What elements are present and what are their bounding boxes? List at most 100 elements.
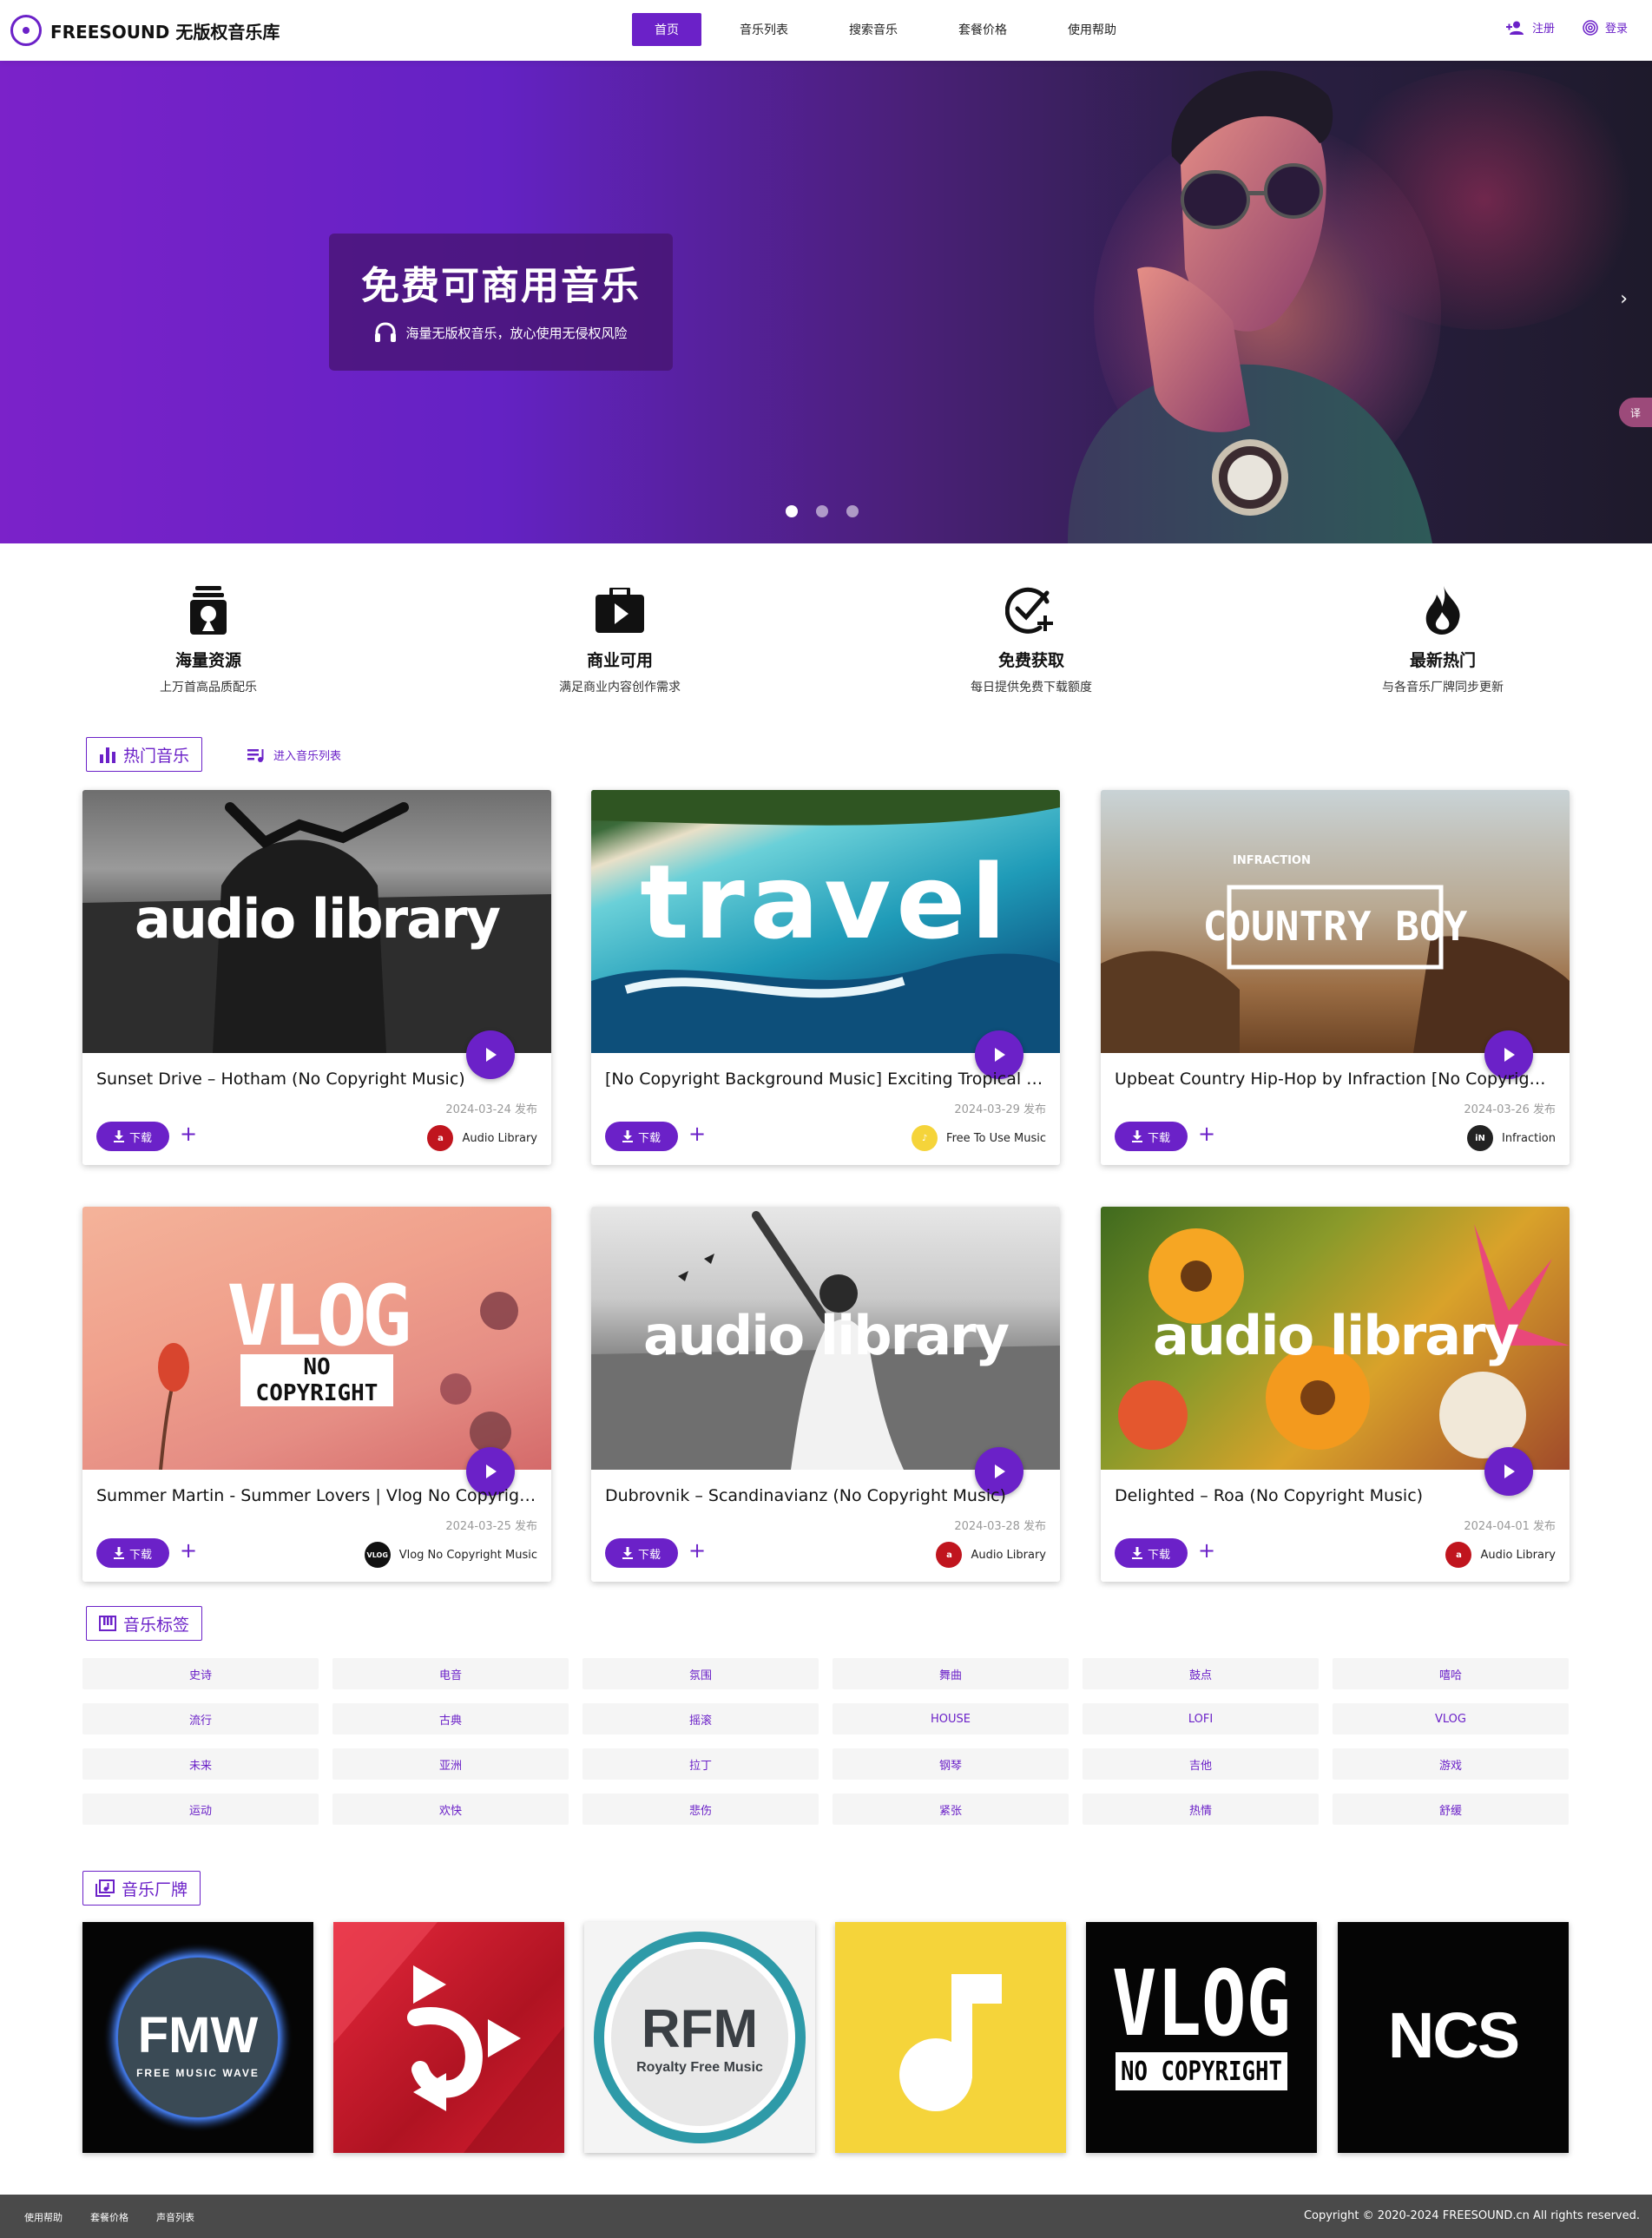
carousel-dot[interactable]	[846, 505, 859, 517]
add-to-list-icon[interactable]: +	[688, 1122, 706, 1146]
publish-date: 2024-03-26 发布	[1464, 1103, 1556, 1116]
add-to-list-icon[interactable]: +	[688, 1538, 706, 1563]
label-audio-library-logo[interactable]	[333, 1922, 564, 2153]
music-card[interactable]: VLOG NO COPYRIGHT Summer Martin - Summer…	[82, 1207, 551, 1582]
download-button[interactable]: 下载	[605, 1122, 678, 1151]
carousel-next-icon[interactable]: ›	[1620, 288, 1628, 310]
tag-chip[interactable]: 拉丁	[582, 1748, 819, 1780]
label-free-to-use-logo[interactable]	[835, 1922, 1066, 2153]
tag-chip[interactable]: 摇滚	[582, 1703, 819, 1734]
music-tags-title: 音乐标签	[123, 1615, 190, 1635]
nav-help[interactable]: 使用帮助	[1045, 13, 1139, 46]
artist-info[interactable]: ♪ Free To Use Music	[912, 1125, 1046, 1151]
download-label: 下载	[637, 1548, 661, 1562]
footer-link-sounds[interactable]: 声音列表	[156, 2210, 194, 2224]
footer-link-help[interactable]: 使用帮助	[24, 2210, 63, 2224]
add-to-list-icon[interactable]: +	[180, 1538, 197, 1563]
music-card[interactable]: audio library Delighted – Roa (No Copyri…	[1101, 1207, 1570, 1582]
nav-music-list[interactable]: 音乐列表	[717, 13, 811, 46]
download-button[interactable]: 下载	[1115, 1538, 1188, 1568]
tag-chip[interactable]: 电音	[332, 1658, 569, 1689]
track-title[interactable]: Sunset Drive – Hotham (No Copyright Musi…	[96, 1070, 537, 1089]
cover-text: audio library	[1152, 1304, 1519, 1367]
label-ncs-logo[interactable]: NCS	[1338, 1922, 1569, 2153]
card-cover-image: audio library	[1101, 1207, 1570, 1470]
carousel-dot[interactable]	[816, 505, 828, 517]
feature-massive-resources: 海量资源 上万首高品质配乐	[78, 585, 339, 695]
nav-search[interactable]: 搜索音乐	[826, 13, 920, 46]
tag-chip[interactable]: 鼓点	[1083, 1658, 1319, 1689]
track-title[interactable]: Delighted – Roa (No Copyright Music)	[1115, 1486, 1556, 1505]
add-to-list-icon[interactable]: +	[1198, 1122, 1215, 1146]
headphones-icon	[375, 322, 397, 342]
tag-chip[interactable]: 史诗	[82, 1658, 319, 1689]
tag-chip[interactable]: 吉他	[1083, 1748, 1319, 1780]
hero-carousel[interactable]: 免费可商用音乐 海量无版权音乐，放心使用无侵权风险 › 译	[0, 61, 1652, 543]
hero-caption-box: 免费可商用音乐 海量无版权音乐，放心使用无侵权风险	[329, 234, 673, 371]
tag-chip[interactable]: 氛围	[582, 1658, 819, 1689]
artist-info[interactable]: a Audio Library	[427, 1125, 537, 1151]
tag-chip[interactable]: 热情	[1083, 1794, 1319, 1825]
add-to-list-icon[interactable]: +	[180, 1122, 197, 1146]
login-link[interactable]: 登录	[1583, 19, 1628, 36]
tag-chip[interactable]: HOUSE	[833, 1703, 1069, 1734]
tag-chip[interactable]: VLOG	[1333, 1703, 1569, 1734]
music-card[interactable]: INFRACTION COUNTRY BOY Upbeat Country Hi…	[1101, 790, 1570, 1165]
hot-music-heading: 热门音乐	[86, 737, 203, 772]
feature-commercial-use: 商业可用 满足商业内容创作需求	[490, 585, 750, 695]
tag-chip[interactable]: 运动	[82, 1794, 319, 1825]
tag-chip[interactable]: 欢快	[332, 1794, 569, 1825]
artist-info[interactable]: iN Infraction	[1466, 1125, 1556, 1151]
card-cover-image: audio library	[82, 790, 551, 1053]
label-rfm-logo[interactable]: RFM Royalty Free Music	[584, 1922, 815, 2153]
music-card[interactable]: audio library Dubrovnik – Scandinavianz …	[591, 1207, 1060, 1582]
site-footer: 使用帮助 套餐价格 声音列表 Copyright © 2020-2024 FRE…	[0, 2195, 1652, 2238]
music-tags-heading: 音乐标签	[86, 1606, 203, 1641]
artist-info[interactable]: a Audio Library	[936, 1542, 1046, 1568]
track-title[interactable]: Summer Martin - Summer Lovers | Vlog No …	[96, 1486, 537, 1505]
download-icon	[113, 1130, 124, 1142]
translate-side-tab[interactable]: 译	[1619, 398, 1652, 427]
tag-chip[interactable]: 舞曲	[833, 1658, 1069, 1689]
artist-avatar: a	[936, 1542, 963, 1568]
track-title[interactable]: Dubrovnik – Scandinavianz (No Copyright …	[605, 1486, 1046, 1505]
tag-chip[interactable]: 舒缓	[1333, 1794, 1569, 1825]
tag-chip[interactable]: 古典	[332, 1703, 569, 1734]
download-button[interactable]: 下载	[1115, 1122, 1188, 1151]
artist-info[interactable]: a Audio Library	[1445, 1542, 1556, 1568]
music-card[interactable]: travel [No Copyright Background Music] E…	[591, 790, 1060, 1165]
tag-chip[interactable]: 流行	[82, 1703, 319, 1734]
register-link[interactable]: 注册	[1505, 19, 1555, 36]
svg-text:RFM: RFM	[642, 1999, 758, 2059]
tag-chip[interactable]: 未来	[82, 1748, 319, 1780]
track-title[interactable]: Upbeat Country Hip-Hop by Infraction [No…	[1115, 1070, 1556, 1089]
add-to-list-icon[interactable]: +	[1198, 1538, 1215, 1563]
tag-chip[interactable]: 钢琴	[833, 1748, 1069, 1780]
label-vlog-no-copyright-logo[interactable]: VLOG NO COPYRIGHT	[1086, 1922, 1317, 2153]
download-button[interactable]: 下载	[605, 1538, 678, 1568]
tag-chip[interactable]: LOFI	[1083, 1703, 1319, 1734]
download-button[interactable]: 下载	[96, 1538, 169, 1568]
track-title[interactable]: [No Copyright Background Music] Exciting…	[605, 1070, 1046, 1089]
carousel-dot[interactable]	[786, 505, 798, 517]
tag-chip[interactable]: 游戏	[1333, 1748, 1569, 1780]
svg-text:NCS: NCS	[1388, 1999, 1518, 2071]
tag-chip[interactable]: 紧张	[833, 1794, 1069, 1825]
tag-chip[interactable]: 悲伤	[582, 1794, 819, 1825]
tag-chip[interactable]: 嘻哈	[1333, 1658, 1569, 1689]
nav-home[interactable]: 首页	[632, 13, 701, 46]
feature-title: 免费获取	[997, 651, 1064, 670]
nav-pricing[interactable]: 套餐价格	[936, 13, 1030, 46]
feature-desc: 上万首高品质配乐	[160, 681, 257, 694]
card-cover-image: audio library	[591, 1207, 1060, 1470]
label-fmw-logo[interactable]: FMW FREE MUSIC WAVE	[82, 1922, 313, 2153]
publish-date: 2024-04-01 发布	[1464, 1520, 1556, 1533]
artist-info[interactable]: VLOG Vlog No Copyright Music	[364, 1542, 537, 1568]
music-card[interactable]: audio library Sunset Drive – Hotham (No …	[82, 790, 551, 1165]
tag-chip[interactable]: 亚洲	[332, 1748, 569, 1780]
music-list-link[interactable]: 进入音乐列表	[247, 747, 341, 763]
footer-link-pricing[interactable]: 套餐价格	[90, 2210, 128, 2224]
feature-latest-hot: 最新热门 与各音乐厂牌同步更新	[1313, 585, 1573, 695]
download-button[interactable]: 下载	[96, 1122, 169, 1151]
site-logo[interactable]: FREESOUND 无版权音乐库	[10, 15, 280, 46]
